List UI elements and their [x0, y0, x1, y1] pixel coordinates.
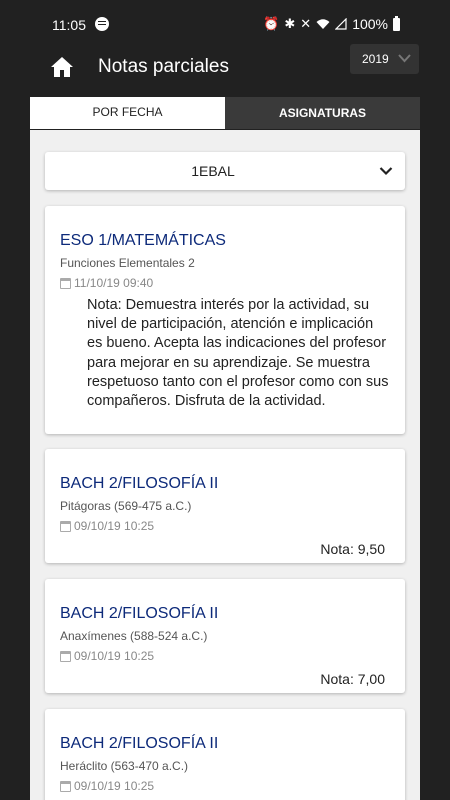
- battery-percentage: 100%: [352, 16, 388, 32]
- tab-bar: POR FECHA ASIGNATURAS: [30, 97, 420, 129]
- card-subtitle: Heráclito (563-470 a.C.): [60, 759, 189, 773]
- chevron-down-icon: [379, 167, 393, 176]
- card-date-text: 09/10/19 10:25: [74, 519, 155, 533]
- card-title: BACH 2/FILOSOFÍA II: [60, 735, 219, 752]
- card-subtitle: Anaxímenes (588-524 a.C.): [60, 629, 208, 643]
- card-grade-label: Nota:: [320, 671, 354, 687]
- card-title: ESO 1/MATEMÁTICAS: [60, 232, 226, 249]
- battery-icon: [393, 15, 400, 31]
- card-title: BACH 2/FILOSOFÍA II: [60, 475, 219, 492]
- group-dropdown-value: 1EBAL: [191, 163, 235, 179]
- card-note: Nota: Demuestra interés por la actividad…: [87, 297, 389, 410]
- wifi-icon: [316, 19, 330, 29]
- card-grade: Nota: 9,50: [320, 541, 385, 557]
- grade-card[interactable]: ESO 1/MATEMÁTICAS Funciones Elementales …: [45, 206, 405, 434]
- calendar-icon: [60, 520, 71, 532]
- card-date-text: 11/10/19 09:40: [74, 276, 154, 290]
- bluetooth-icon: ✱: [284, 16, 296, 31]
- app-bar: Notas parciales 2019: [0, 40, 450, 96]
- grade-card[interactable]: BACH 2/FILOSOFÍA II Anaxímenes (588-524 …: [45, 579, 405, 693]
- calendar-icon: [60, 277, 71, 289]
- status-icons: ⏰ ✱ ✕ 100%: [263, 15, 400, 32]
- page-title: Notas parciales: [98, 56, 229, 77]
- card-title: BACH 2/FILOSOFÍA II: [60, 605, 219, 622]
- tab-por-fecha[interactable]: POR FECHA: [30, 97, 225, 129]
- content-area: 1EBAL ESO 1/MATEMÁTICAS Funciones Elemen…: [30, 130, 420, 800]
- year-select[interactable]: 2019: [350, 44, 419, 74]
- card-date: 09/10/19 10:25: [60, 519, 154, 533]
- calendar-icon: [60, 650, 71, 662]
- card-grade-label: Nota:: [320, 541, 354, 557]
- grade-card[interactable]: BACH 2/FILOSOFÍA II Pitágoras (569-475 a…: [45, 449, 405, 563]
- status-time: 11:05: [52, 17, 86, 33]
- card-date: 11/10/19 09:40: [60, 276, 153, 290]
- card-subtitle: Pitágoras (569-475 a.C.): [60, 499, 192, 513]
- signal-icon: [335, 18, 347, 30]
- mute-icon: ✕: [300, 16, 312, 31]
- year-value: 2019: [362, 52, 389, 66]
- card-grade-value: 7,00: [357, 671, 385, 687]
- spotify-icon: [95, 17, 109, 31]
- calendar-icon: [60, 780, 71, 792]
- alarm-icon: ⏰: [263, 16, 280, 31]
- tab-asignaturas[interactable]: ASIGNATURAS: [225, 97, 420, 129]
- card-date: 09/10/19 10:25: [60, 779, 154, 793]
- card-date: 09/10/19 10:25: [60, 649, 154, 663]
- card-date-text: 09/10/19 10:25: [74, 649, 155, 663]
- card-subtitle: Funciones Elementales 2: [60, 256, 195, 270]
- card-grade: Nota: 7,00: [320, 671, 385, 687]
- card-grade-value: 9,50: [357, 541, 385, 557]
- chevron-down-icon: [398, 54, 411, 63]
- grade-card[interactable]: BACH 2/FILOSOFÍA II Heráclito (563-470 a…: [45, 709, 405, 800]
- card-date-text: 09/10/19 10:25: [74, 779, 155, 793]
- home-icon[interactable]: [50, 56, 74, 78]
- group-dropdown[interactable]: 1EBAL: [45, 152, 405, 190]
